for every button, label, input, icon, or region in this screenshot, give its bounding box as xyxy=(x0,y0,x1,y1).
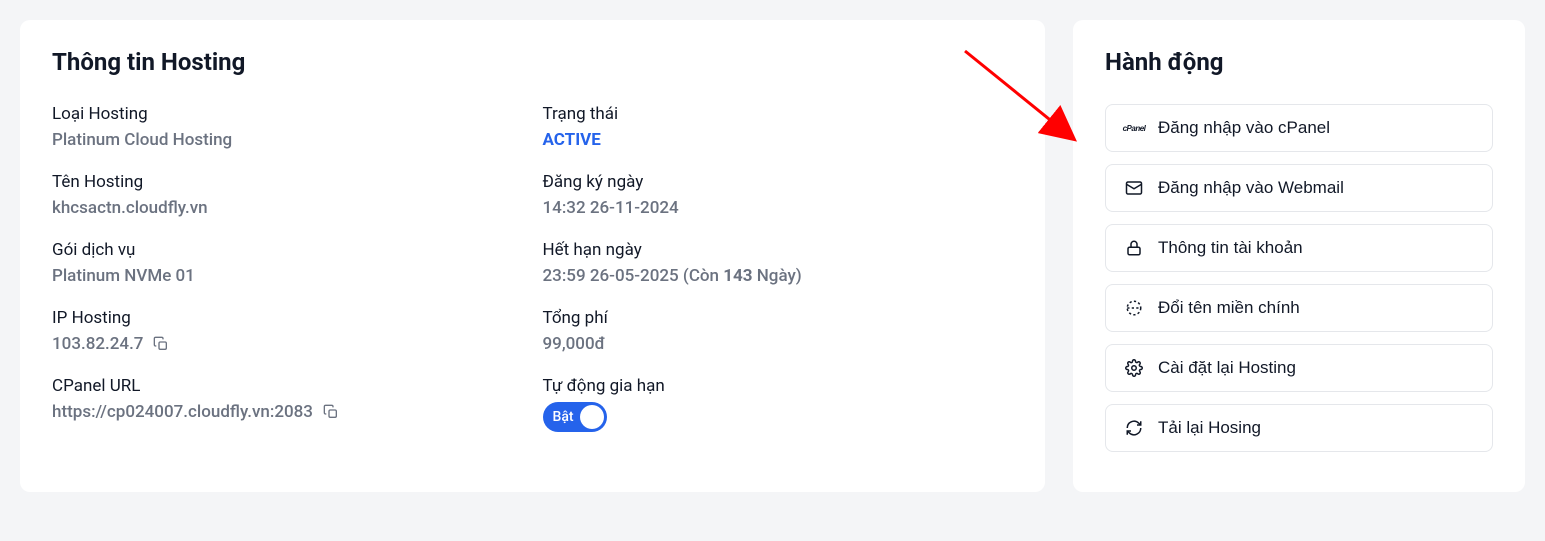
hosting-name-field: Tên Hosting khcsactn.cloudfly.vn xyxy=(52,172,523,218)
action-label: Đổi tên miền chính xyxy=(1158,298,1300,318)
ip-field: IP Hosting 103.82.24.7 xyxy=(52,308,523,354)
expdate-value: 23:59 26-05-2025 (Còn 143 Ngày) xyxy=(543,266,1014,286)
hosting-type-field: Loại Hosting Platinum Cloud Hosting xyxy=(52,104,523,150)
copy-icon[interactable] xyxy=(153,336,169,352)
plan-value: Platinum NVMe 01 xyxy=(52,266,523,286)
autorenew-field: Tự động gia hạn Bật xyxy=(543,376,1014,432)
gear-icon xyxy=(1124,358,1144,378)
action-label: Đăng nhập vào cPanel xyxy=(1158,118,1330,138)
expdate-label: Hết hạn ngày xyxy=(543,240,1014,260)
hosting-info-card: Thông tin Hosting Loại Hosting Platinum … xyxy=(20,20,1045,492)
total-field: Tổng phí 99,000đ xyxy=(543,308,1014,354)
lock-icon xyxy=(1124,238,1144,258)
hosting-type-value: Platinum Cloud Hosting xyxy=(52,130,523,150)
reinstall-hosting-button[interactable]: Cài đặt lại Hosting xyxy=(1105,344,1493,392)
cpanel-url-field: CPanel URL https://cp024007.cloudfly.vn:… xyxy=(52,376,523,432)
hosting-name-value: khcsactn.cloudfly.vn xyxy=(52,198,523,218)
action-label: Thông tin tài khoản xyxy=(1158,238,1303,258)
hosting-type-label: Loại Hosting xyxy=(52,104,523,124)
regdate-value: 14:32 26-11-2024 xyxy=(543,198,1014,218)
autorenew-toggle[interactable]: Bật xyxy=(543,402,607,432)
toggle-knob xyxy=(580,405,604,429)
cpanel-url-value: https://cp024007.cloudfly.vn:2083 xyxy=(52,402,313,422)
hosting-info-title: Thông tin Hosting xyxy=(52,48,1013,76)
autorenew-label: Tự động gia hạn xyxy=(543,376,1014,396)
cpanel-icon: cPanel xyxy=(1124,118,1144,138)
regdate-label: Đăng ký ngày xyxy=(543,172,1014,192)
mail-icon xyxy=(1124,178,1144,198)
status-field: Trạng thái ACTIVE xyxy=(543,104,1014,150)
globe-icon xyxy=(1124,298,1144,318)
copy-icon[interactable] xyxy=(323,404,339,420)
action-label: Tải lại Hosing xyxy=(1158,418,1261,438)
plan-label: Gói dịch vụ xyxy=(52,240,523,260)
login-webmail-button[interactable]: Đăng nhập vào Webmail xyxy=(1105,164,1493,212)
login-cpanel-button[interactable]: cPanel Đăng nhập vào cPanel xyxy=(1105,104,1493,152)
total-label: Tổng phí xyxy=(543,308,1014,328)
change-domain-button[interactable]: Đổi tên miền chính xyxy=(1105,284,1493,332)
plan-field: Gói dịch vụ Platinum NVMe 01 xyxy=(52,240,523,286)
hosting-name-label: Tên Hosting xyxy=(52,172,523,192)
reload-hosting-button[interactable]: Tải lại Hosing xyxy=(1105,404,1493,452)
action-label: Đăng nhập vào Webmail xyxy=(1158,178,1344,198)
account-info-button[interactable]: Thông tin tài khoản xyxy=(1105,224,1493,272)
action-label: Cài đặt lại Hosting xyxy=(1158,358,1296,378)
ip-label: IP Hosting xyxy=(52,308,523,328)
actions-title: Hành động xyxy=(1105,48,1493,76)
regdate-field: Đăng ký ngày 14:32 26-11-2024 xyxy=(543,172,1014,218)
status-value: ACTIVE xyxy=(543,130,1014,150)
refresh-icon xyxy=(1124,418,1144,438)
expdate-field: Hết hạn ngày 23:59 26-05-2025 (Còn 143 N… xyxy=(543,240,1014,286)
status-label: Trạng thái xyxy=(543,104,1014,124)
ip-value: 103.82.24.7 xyxy=(52,334,143,354)
actions-card: Hành động cPanel Đăng nhập vào cPanel Đă… xyxy=(1073,20,1525,492)
autorenew-toggle-label: Bật xyxy=(553,409,574,425)
total-value: 99,000đ xyxy=(543,334,1014,354)
cpanel-url-label: CPanel URL xyxy=(52,376,523,396)
